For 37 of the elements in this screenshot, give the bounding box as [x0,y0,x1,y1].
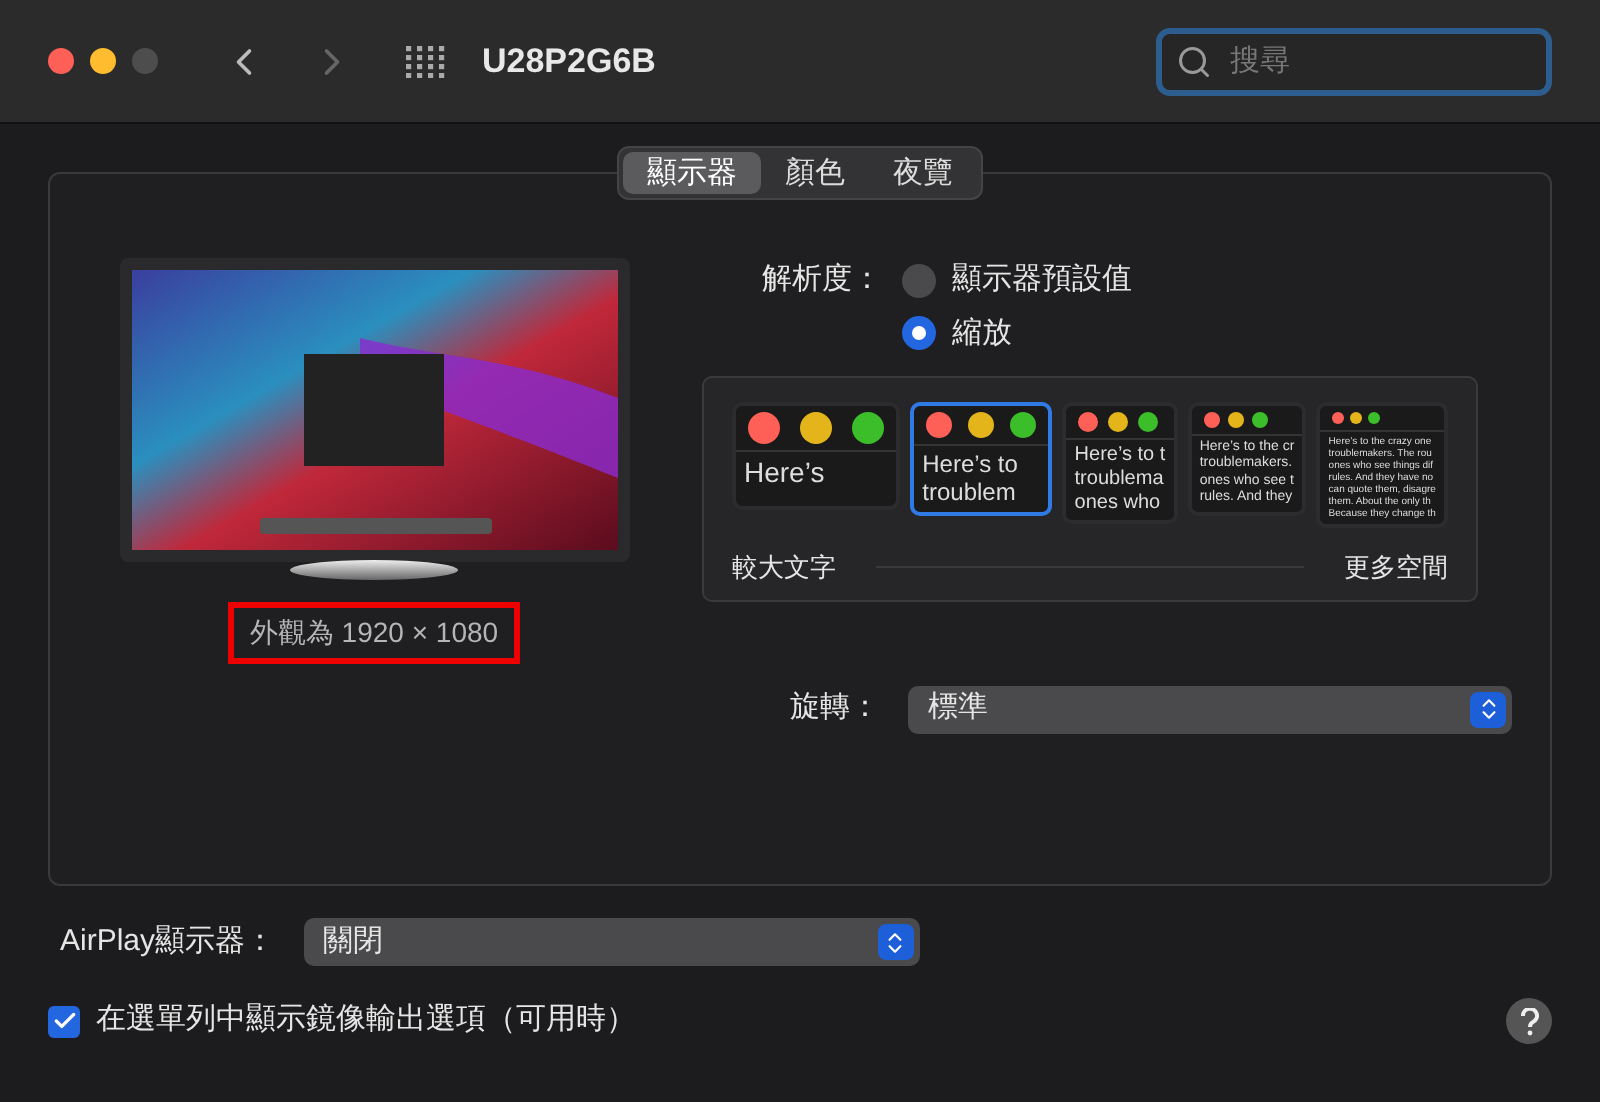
airplay-label: AirPlay顯示器： [60,921,276,962]
preview-text: ones who [1074,492,1161,516]
checkbox[interactable] [48,1005,80,1037]
question-icon [1519,1007,1539,1035]
radio-label: 顯示器預設值 [952,260,1132,300]
help-button[interactable] [1506,998,1552,1044]
search-icon [1176,43,1212,79]
close-icon[interactable] [48,48,74,74]
checkbox-label: 在選單列中顯示鏡像輸出選項（可用時） [96,1000,636,1041]
tab[interactable]: 夜覽 [869,152,977,194]
grid-icon[interactable] [406,45,446,77]
minimize-icon[interactable] [90,48,116,74]
airplay-select[interactable]: 關閉 [303,918,920,966]
resolution-label: 解析度： [760,260,882,300]
preview-text: Here’s to [922,450,1018,479]
radio-button[interactable] [902,316,936,351]
stepper-icon [877,924,914,960]
radio-button[interactable] [902,263,936,298]
scale-label: 更多空間 [1344,550,1448,586]
preview-text: troublem [922,478,1016,508]
scale-thumbnail[interactable]: Here’s to troublem [910,402,1053,516]
preview-text: Here’s [744,456,825,490]
scale-thumbnail[interactable]: Here’s [732,402,900,510]
preview-text: Here’s to t [1074,444,1166,468]
rotation-select[interactable]: 標準 [908,685,1512,733]
search-field[interactable]: 搜尋 [1156,27,1552,95]
rotation-label: 旋轉： [788,688,880,729]
radio-label: 縮放 [952,313,1012,353]
traffic-lights-icon [736,406,896,452]
stepper-icon [1470,691,1506,727]
scale-thumbnail[interactable]: Here’s to t troublema ones who [1062,402,1178,524]
scale-label: 較大文字 [732,550,836,586]
tab[interactable]: 顯示器 [623,152,761,194]
preview-text: troublema [1074,468,1164,492]
resolution-caption: 外觀為 1920 × 1080 [227,602,521,664]
tab[interactable]: 顏色 [761,152,869,194]
window-title: U28P2G6B [482,39,656,84]
